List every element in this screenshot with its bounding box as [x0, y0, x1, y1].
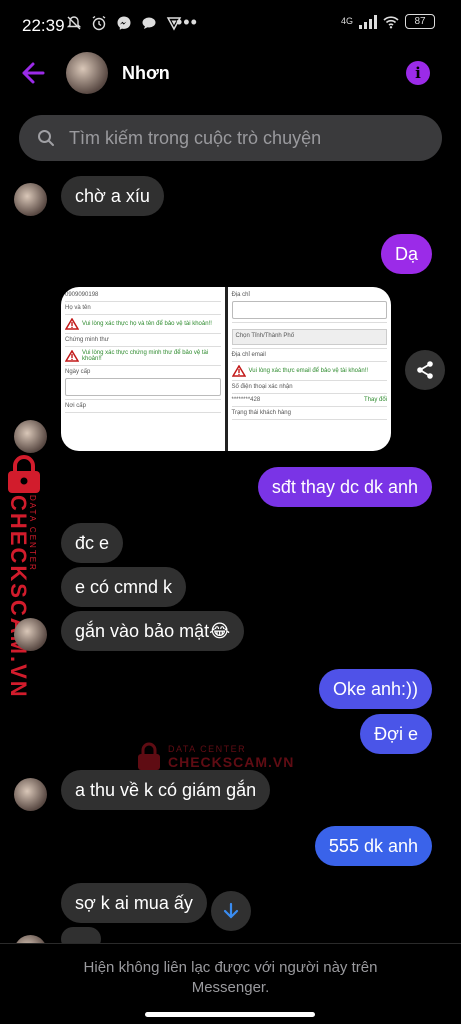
form-label: Trạng thái khách hàng	[231, 407, 387, 420]
sender-avatar[interactable]	[14, 420, 47, 453]
message-incoming[interactable]: đc e	[61, 523, 124, 563]
unavailable-notice: Hiện không liên lạc được với người này t…	[0, 958, 461, 998]
share-button[interactable]	[405, 350, 445, 390]
photo-form-right[interactable]: Địa chỉ Chọn Tỉnh/Thành Phố Địa chỉ emai…	[227, 287, 391, 451]
home-indicator[interactable]	[145, 1012, 315, 1017]
share-icon	[417, 361, 433, 379]
status-time: 22:39	[22, 16, 65, 35]
watermark-sub: DATA CENTER	[28, 495, 37, 572]
form-label: Số điện thoại xác nhận	[231, 381, 387, 394]
form-label: Ngày cấp	[65, 369, 91, 375]
sender-avatar[interactable]	[14, 183, 47, 216]
search-icon	[38, 130, 54, 146]
contact-name[interactable]: Nhơn	[122, 63, 170, 84]
form-label: Nơi cấp	[65, 400, 221, 413]
conversation-search[interactable]: Tìm kiếm trong cuộc trò chuyện	[19, 115, 442, 161]
form-warning: Vui lòng xác thực email để bảo vệ tài kh…	[231, 362, 387, 381]
search-input[interactable]: Tìm kiếm trong cuộc trò chuyện	[69, 128, 321, 149]
form-id-line: 0909090198	[65, 289, 221, 302]
form-phone: ********428	[231, 397, 261, 403]
contact-avatar[interactable]	[66, 52, 108, 94]
chat-header: Nhơn i	[0, 50, 461, 98]
form-phone-row: ********428 Thay đổi	[231, 394, 387, 407]
form-label: Địa chỉ email	[231, 349, 387, 362]
warning-icon	[65, 350, 79, 362]
form-change-link: Thay đổi	[363, 397, 387, 403]
network-type: 4G	[340, 16, 353, 26]
watermark-sub: DATA CENTER	[168, 744, 247, 754]
message-outgoing[interactable]: sđt thay dc dk anh	[257, 467, 432, 507]
form-warning: Vui lòng xác thực họ và tên để bảo vệ tà…	[65, 315, 221, 334]
message-outgoing[interactable]: Oke anh:))	[318, 669, 432, 709]
alarm-icon	[92, 15, 106, 31]
message-incoming[interactable]: sợ k ai mua ấy	[61, 883, 207, 923]
notice-line: Hiện không liên lạc được với người này t…	[83, 959, 378, 976]
signal-icon	[359, 14, 377, 29]
status-bar: 22:39 ••• 4G 87	[0, 0, 461, 52]
message-outgoing[interactable]: Dạ	[380, 234, 432, 274]
form-warning: Vui lòng xác thực chứng minh thư để bảo …	[65, 347, 221, 366]
status-right: 4G 87	[341, 14, 435, 29]
warning-icon	[65, 318, 79, 330]
message-outgoing[interactable]: 555 dk anh	[314, 826, 432, 866]
form-input-box	[65, 378, 221, 396]
more-notifications-icon: •••	[176, 12, 198, 32]
warning-text: Vui lòng xác thực họ và tên để bảo vệ tà…	[82, 321, 212, 327]
message-outgoing[interactable]: Đợi e	[360, 714, 432, 754]
message-incoming[interactable]: e có cmnd k	[61, 567, 187, 607]
watermark-text: DATA CENTER CHECKSCAM.VN	[168, 744, 294, 770]
message-incoming[interactable]: gắn vào bảo mật😂	[61, 611, 245, 651]
form-label: Họ và tên	[65, 302, 221, 315]
form-input-box	[231, 301, 387, 319]
notice-line: Messenger.	[191, 979, 270, 996]
warning-text: Vui lòng xác thực email để bảo vệ tài kh…	[248, 368, 369, 374]
wifi-icon	[383, 15, 399, 28]
message-incoming[interactable]: chờ a xíu	[61, 176, 164, 216]
form-label: Chứng minh thư	[65, 334, 221, 347]
arrow-down-icon	[223, 902, 239, 919]
watermark-center: DATA CENTER CHECKSCAM.VN	[136, 742, 294, 772]
form-select: Chọn Tỉnh/Thành Phố	[231, 323, 387, 349]
photo-attachments[interactable]: 0909090198 Họ và tên Vui lòng xác thực h…	[61, 287, 391, 451]
warning-icon	[231, 365, 246, 377]
warning-text: Vui lòng xác thực chứng minh thư để bảo …	[82, 350, 209, 362]
chat-bubble-icon	[142, 17, 156, 29]
photo-form-left[interactable]: 0909090198 Họ và tên Vui lòng xác thực h…	[61, 287, 225, 451]
battery-indicator: 87	[405, 14, 435, 29]
form-field: Địa chỉ	[231, 289, 387, 323]
sender-avatar[interactable]	[14, 618, 47, 651]
message-incoming[interactable]: a thu về k có giám gắn	[61, 770, 271, 810]
notification-icons	[66, 15, 182, 31]
form-select-value: Chọn Tỉnh/Thành Phố	[231, 329, 387, 345]
back-arrow-icon[interactable]	[20, 60, 46, 86]
mute-bell-icon	[66, 16, 82, 30]
scroll-to-bottom-button[interactable]	[211, 891, 251, 931]
watermark-lock-icon	[8, 455, 40, 493]
watermark-brand: CHECKSCAM.VN	[168, 754, 295, 770]
unavailable-footer: Hiện không liên lạc được với người này t…	[0, 943, 461, 1024]
sender-avatar[interactable]	[14, 778, 47, 811]
form-field: Ngày cấp	[65, 366, 221, 400]
info-icon[interactable]: i	[406, 61, 430, 85]
messenger-icon	[117, 16, 131, 30]
watermark-lock-icon	[138, 742, 160, 770]
form-label: Địa chỉ	[231, 292, 250, 298]
